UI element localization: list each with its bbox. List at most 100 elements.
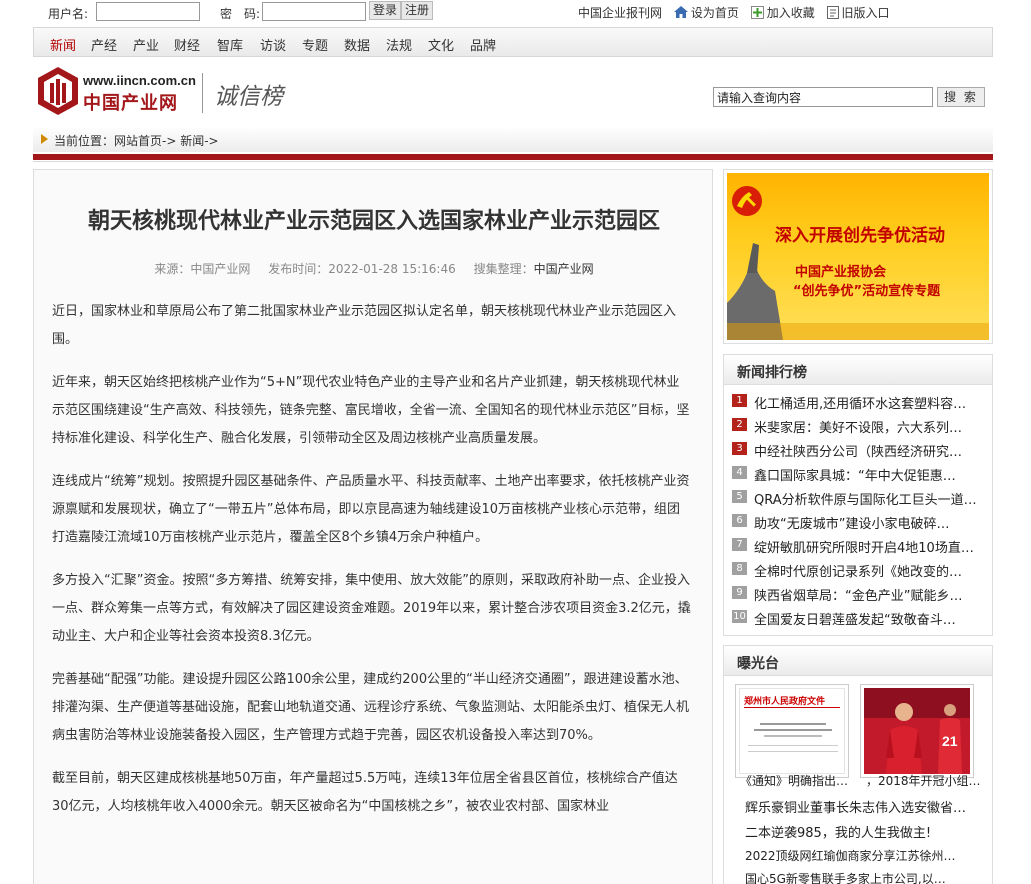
nav-item-brand[interactable]: 品牌 bbox=[470, 35, 496, 54]
logo-url: www.iincn.com.cn bbox=[83, 73, 196, 88]
add-favorite-icon bbox=[750, 6, 764, 19]
banner-headline: 深入开展创先争优活动 bbox=[775, 226, 945, 246]
nav-item-news[interactable]: 新闻 bbox=[50, 35, 76, 54]
list-item[interactable]: 1 化工桶适用,还用循环水这套塑料容… bbox=[724, 390, 992, 414]
list-item[interactable]: 5 QRA分析软件原与国际化工巨头一道… bbox=[724, 486, 992, 510]
list-item[interactable]: 9 陕西省烟草局：“金色产业”赋能乡… bbox=[724, 582, 992, 606]
nav-item-topics[interactable]: 专题 bbox=[302, 35, 328, 54]
nav-item-laws[interactable]: 法规 bbox=[386, 35, 412, 54]
main-nav: 新闻 产经 产业 财经 智库 访谈 专题 数据 法规 文化 品牌 bbox=[33, 27, 993, 57]
username-label: 用户名: bbox=[48, 7, 89, 21]
document-heading: 郑州市人民政府文件 bbox=[744, 697, 826, 707]
link-old-version[interactable]: 旧版入口 bbox=[842, 6, 890, 20]
old-version-icon bbox=[826, 6, 839, 19]
rank-number: 2 bbox=[732, 418, 747, 431]
nav-item-culture[interactable]: 文化 bbox=[428, 35, 454, 54]
svg-text:21: 21 bbox=[942, 733, 958, 749]
rank-link[interactable]: 米斐家居：美好不设限，六大系列… bbox=[754, 417, 986, 436]
breadcrumb: 当前位置：网站首页-> 新闻-> bbox=[33, 126, 993, 152]
exposure-link[interactable]: 辉乐豪铜业董事长朱志伟入选安徽省… bbox=[745, 797, 985, 816]
exposure-thumb-document[interactable]: 郑州市人民政府文件 bbox=[735, 684, 849, 778]
channel-title: 诚信榜 bbox=[214, 84, 283, 110]
article-paragraph: 完善基础“配强”功能。建设提升园区公路100余公里，建成约200公里的“半山经济… bbox=[52, 672, 690, 743]
password-label: 密 码: bbox=[220, 7, 261, 21]
header-divider-thin bbox=[33, 161, 993, 162]
rank-number: 10 bbox=[732, 610, 747, 623]
link-enterprise-press[interactable]: 中国企业报刊网 bbox=[578, 6, 662, 20]
nav-item-industry-economy[interactable]: 产经 bbox=[91, 35, 117, 54]
header-divider bbox=[33, 154, 993, 160]
list-item[interactable]: 7 绽妍敏肌研究所限时开启4地10场直… bbox=[724, 534, 992, 558]
home-icon bbox=[673, 6, 688, 18]
rank-link[interactable]: 中经社陕西分公司（陕西经济研究… bbox=[754, 441, 986, 460]
article-paragraph: 连线成片“统筹”规划。按照提升园区基础条件、产品质量水平、科技贡献率、土地产出率… bbox=[52, 474, 690, 545]
rank-number: 7 bbox=[732, 538, 747, 551]
exposure-link[interactable]: 2022顶级网红瑜伽商家分享江苏徐州… bbox=[745, 847, 985, 864]
rank-link[interactable]: 化工桶适用,还用循环水这套塑料容… bbox=[754, 393, 986, 412]
list-item[interactable]: 6 助攻“无废城市”建设小家电破碎… bbox=[724, 510, 992, 534]
news-ranking: 新闻排行榜 1 化工桶适用,还用循环水这套塑料容… 2 米斐家居：美好不设限，六大系… bbox=[723, 354, 993, 636]
exposure-link[interactable]: 二本逆袭985，我的人生我做主! bbox=[745, 822, 985, 841]
password-input[interactable] bbox=[262, 2, 366, 21]
article-paragraph: 多方投入“汇聚”资金。按照“多方筹措、统筹安排，集中使用、放大效能”的原则，采取… bbox=[52, 573, 691, 644]
nav-item-data[interactable]: 数据 bbox=[344, 35, 370, 54]
exposure-link[interactable]: 国心5G新零售联手多家上市公司,以… bbox=[745, 870, 985, 884]
article-paragraph: 近年来，朝天区始终把核桃产业作为“5+N”现代农业特色产业的主导产业和名片产业抓… bbox=[52, 375, 690, 446]
publish-time: 2022-01-28 15:16:46 bbox=[328, 262, 456, 276]
rank-number: 6 bbox=[732, 514, 747, 527]
list-item[interactable]: 8 全棉时代原创记录系列《她改变的… bbox=[724, 558, 992, 582]
editor-label: 搜集整理： bbox=[473, 262, 534, 276]
article-paragraph: 截至目前，朝天区建成核桃基地50万亩，年产量超过5.5万吨，连续13年位居全省县… bbox=[52, 771, 678, 814]
search-button[interactable]: 搜 索 bbox=[937, 87, 985, 107]
rank-link[interactable]: 全国爱友日碧莲盛发起“致敬奋斗… bbox=[754, 609, 986, 628]
exposure-caption[interactable]: 《通知》明确指出… bbox=[740, 772, 848, 789]
link-add-favorite[interactable]: 加入收藏 bbox=[767, 6, 815, 20]
editor-value: 中国产业网 bbox=[533, 262, 594, 276]
football-player-photo-icon: 21 bbox=[864, 688, 970, 774]
username-input[interactable] bbox=[96, 2, 200, 21]
time-label: 发布时间： bbox=[268, 262, 329, 276]
rank-number: 9 bbox=[732, 586, 747, 599]
exposure-caption[interactable]: ，2018年开冠小组… bbox=[866, 772, 981, 789]
banner-org: 中国产业报协会 bbox=[795, 265, 887, 280]
banner-subtitle: “创先争优”活动宣传专题 bbox=[793, 284, 941, 299]
rank-link[interactable]: 全棉时代原创记录系列《她改变的… bbox=[754, 561, 986, 580]
list-item[interactable]: 2 米斐家居：美好不设限，六大系列… bbox=[724, 414, 992, 438]
link-set-homepage[interactable]: 设为首页 bbox=[691, 6, 739, 20]
article-meta: 来源：中国产业网 发布时间：2022-01-28 15:16:46 搜集整理：中… bbox=[34, 260, 712, 277]
rank-number: 8 bbox=[732, 562, 747, 575]
list-item[interactable]: 4 鑫口国际家具城：“年中大促钜惠… bbox=[724, 462, 992, 486]
list-item[interactable]: 10 全国爱友日碧莲盛发起“致敬奋斗… bbox=[724, 606, 992, 630]
rank-number: 4 bbox=[732, 466, 747, 479]
breadcrumb-arrow-icon bbox=[41, 134, 48, 144]
rank-link[interactable]: 助攻“无废城市”建设小家电破碎… bbox=[754, 513, 986, 532]
promo-banner[interactable]: 深入开展创先争优活动 中国产业报协会 “创先争优”活动宣传专题 bbox=[723, 169, 993, 344]
rank-link[interactable]: 鑫口国际家具城：“年中大促钜惠… bbox=[754, 465, 986, 484]
login-button[interactable]: 登录 bbox=[369, 1, 402, 20]
breadcrumb-text[interactable]: 当前位置：网站首页-> 新闻-> bbox=[54, 132, 219, 149]
rank-link[interactable]: 陕西省烟草局：“金色产业”赋能乡… bbox=[754, 585, 986, 604]
source-value: 中国产业网 bbox=[190, 262, 251, 276]
rank-link[interactable]: QRA分析软件原与国际化工巨头一道… bbox=[754, 489, 986, 508]
logo-divider bbox=[202, 73, 203, 113]
rank-number: 1 bbox=[732, 394, 747, 407]
list-item[interactable]: 3 中经社陕西分公司（陕西经济研究… bbox=[724, 438, 992, 462]
rank-link[interactable]: 绽妍敏肌研究所限时开启4地10场直… bbox=[754, 537, 986, 556]
register-button[interactable]: 注册 bbox=[401, 1, 434, 20]
search-input[interactable] bbox=[713, 87, 933, 107]
rank-number: 5 bbox=[732, 490, 747, 503]
party-emblem-icon bbox=[727, 186, 989, 340]
nav-item-think-tank[interactable]: 智库 bbox=[217, 35, 243, 54]
site-logo-icon[interactable] bbox=[37, 66, 79, 116]
article-body: 近日，国家林业和草原局公布了第二批国家林业产业示范园区拟认定名单，朝天核桃现代林… bbox=[52, 298, 692, 836]
nav-item-interview[interactable]: 访谈 bbox=[260, 35, 286, 54]
ranking-title: 新闻排行榜 bbox=[724, 355, 992, 385]
nav-item-finance[interactable]: 财经 bbox=[174, 35, 200, 54]
exposure-thumb-football[interactable]: 21 bbox=[860, 684, 974, 778]
article-title: 朝天核桃现代林业产业示范园区入选国家林业产业示范园区 bbox=[87, 208, 660, 234]
nav-item-industry[interactable]: 产业 bbox=[133, 35, 159, 54]
rank-number: 3 bbox=[732, 442, 747, 455]
article: 朝天核桃现代林业产业示范园区入选国家林业产业示范园区 来源：中国产业网 发布时间… bbox=[33, 169, 713, 884]
source-label: 来源： bbox=[154, 262, 191, 276]
exposure-title: 曝光台 bbox=[724, 646, 992, 676]
